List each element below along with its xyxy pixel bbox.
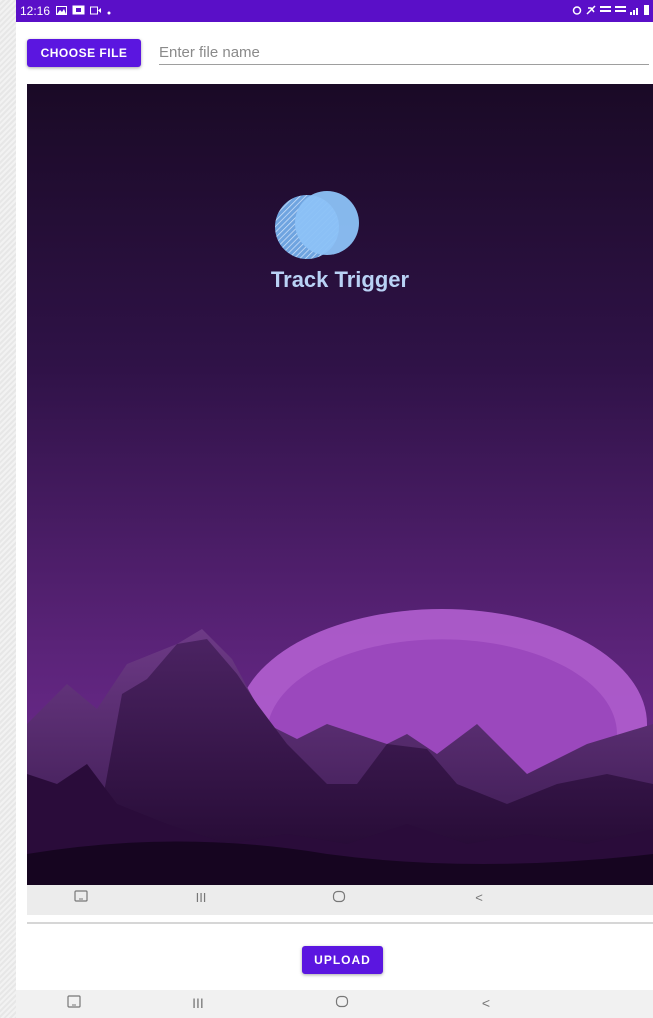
alarm-icon <box>572 5 582 18</box>
choose-file-button[interactable]: CHOOSE FILE <box>27 39 141 67</box>
gallery-icon <box>56 4 68 18</box>
mute-icon <box>586 4 596 18</box>
recents-button[interactable]: III <box>188 995 208 1011</box>
preview-nav-bar: III < <box>27 885 653 915</box>
home-icon <box>329 890 349 906</box>
screen-share-icon <box>72 4 85 18</box>
signal-icon <box>630 5 640 18</box>
lte-icon <box>615 5 626 18</box>
volte-icon <box>600 5 611 18</box>
status-bar: 12:16 <box>16 0 653 22</box>
home-button[interactable] <box>332 995 352 1011</box>
back-icon: < <box>475 890 483 905</box>
screenshot-icon[interactable] <box>64 995 84 1012</box>
screenshot-icon <box>71 890 91 906</box>
battery-icon <box>644 4 649 18</box>
dot-icon <box>107 4 111 18</box>
video-icon <box>90 4 102 18</box>
file-name-input[interactable] <box>159 40 649 65</box>
system-nav-bar: III < <box>16 990 653 1018</box>
status-time: 12:16 <box>20 4 51 18</box>
back-button[interactable]: < <box>476 995 496 1011</box>
app-name-text: Track Trigger <box>270 267 410 292</box>
image-preview: Track Trigger <box>27 84 653 885</box>
background-strip <box>0 0 16 1018</box>
divider <box>27 922 653 924</box>
recents-icon: III <box>195 890 207 905</box>
upload-button[interactable]: UPLOAD <box>302 946 383 974</box>
